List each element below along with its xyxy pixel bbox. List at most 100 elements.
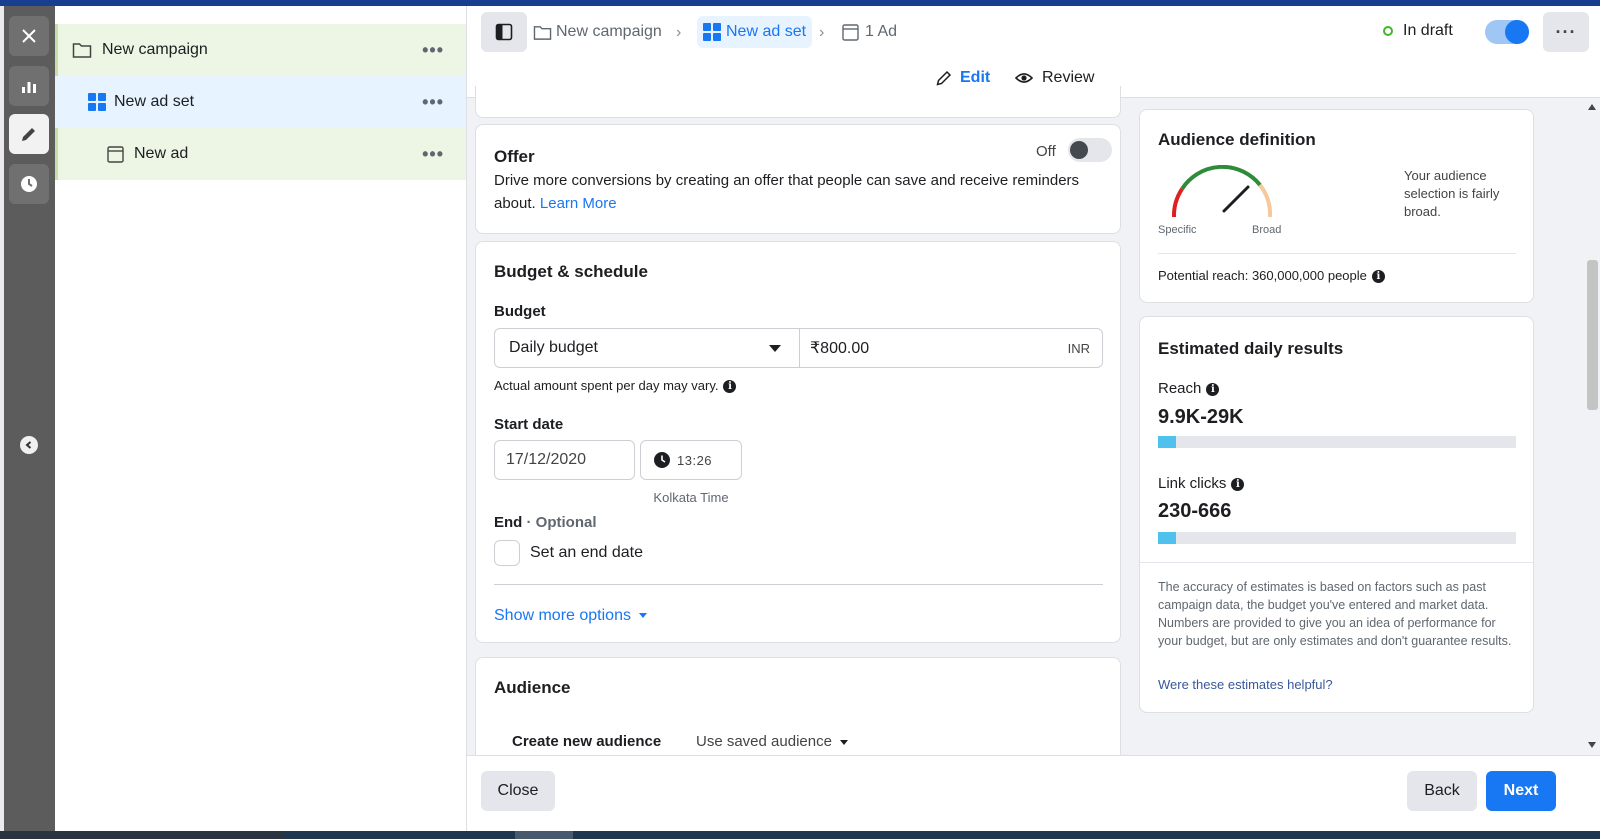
pencil-icon: [22, 128, 35, 141]
more-options-button[interactable]: •••: [422, 92, 444, 113]
audience-title: Audience: [494, 678, 571, 697]
link-clicks-bar: [1158, 532, 1516, 544]
tree-item-label: New ad set: [114, 93, 195, 110]
show-more-options-label: Show more options: [494, 607, 631, 624]
estimates-disclaimer: The accuracy of estimates is based on fa…: [1158, 580, 1512, 648]
budget-type-select[interactable]: Daily budget: [494, 328, 800, 368]
close-rail-button[interactable]: [9, 16, 49, 56]
breadcrumb-campaign[interactable]: New campaign: [533, 16, 662, 48]
chevron-left-icon: [25, 441, 32, 449]
learn-more-link[interactable]: Learn More: [540, 195, 617, 212]
reporting-button[interactable]: [9, 66, 49, 106]
info-icon[interactable]: i: [1371, 270, 1385, 284]
end-label: End: [494, 514, 523, 531]
end-date-checkbox-label: Set an end date: [530, 544, 643, 561]
chevron-right-icon: ›: [819, 24, 825, 41]
more-actions-button[interactable]: ···: [1543, 12, 1589, 52]
close-button[interactable]: Close: [481, 771, 555, 811]
publish-toggle[interactable]: [1485, 20, 1529, 44]
scroll-up-icon[interactable]: [1588, 104, 1596, 110]
tool-rail: [4, 6, 55, 831]
gauge-broad-label: Broad: [1252, 224, 1282, 236]
start-time-value: 13:26: [677, 452, 713, 468]
audience-card: Audience Create new audience Use saved a…: [475, 657, 1121, 767]
next-button[interactable]: Next: [1486, 771, 1556, 811]
start-date-input[interactable]: 17/12/2020: [494, 440, 635, 480]
chevron-right-icon: ›: [676, 24, 682, 41]
close-icon: [22, 29, 36, 43]
reach-label: Reach i: [1158, 380, 1220, 397]
tree-item-campaign[interactable]: New campaign •••: [55, 24, 466, 76]
estimated-results-title: Estimated daily results: [1158, 339, 1344, 358]
end-date-checkbox[interactable]: [494, 540, 520, 566]
info-icon[interactable]: i: [1231, 477, 1245, 491]
audience-summary: Your audience selection is fairly broad.: [1404, 168, 1500, 219]
show-more-options-link[interactable]: Show more options: [494, 607, 648, 625]
tab-label: Review: [1042, 69, 1095, 86]
caret-down-icon: [769, 345, 781, 352]
breadcrumb-ad[interactable]: 1 Ad: [842, 16, 897, 48]
edit-rail-button[interactable]: [9, 114, 49, 154]
info-icon[interactable]: i: [1206, 382, 1220, 396]
timezone-label: Kolkata Time: [653, 490, 729, 505]
editor-footer: Close Back Next: [467, 755, 1600, 831]
budget-amount-value: ₹800.00: [810, 340, 870, 357]
more-options-button[interactable]: •••: [422, 40, 444, 61]
breadcrumb-label: New campaign: [556, 23, 662, 40]
editor-header: New campaign › New ad set › 1 Ad In draf…: [467, 6, 1600, 98]
use-saved-audience-dropdown[interactable]: Use saved audience: [696, 733, 849, 750]
collapse-rail-button[interactable]: [20, 436, 38, 454]
more-options-button[interactable]: •••: [422, 144, 444, 165]
divider: [1158, 253, 1516, 254]
editor-scrollbar[interactable]: [1584, 98, 1600, 755]
history-button[interactable]: [9, 164, 49, 204]
taskbar-strip: [0, 831, 1600, 839]
currency-label: INR: [1067, 340, 1090, 356]
offer-toggle[interactable]: [1068, 138, 1112, 162]
editor-main: New campaign › New ad set › 1 Ad In draf…: [467, 6, 1600, 831]
info-icon[interactable]: i: [723, 380, 737, 394]
link-clicks-label: Link clicks i: [1158, 475, 1245, 492]
tab-label: Edit: [960, 69, 991, 86]
end-optional-label: · Optional: [526, 514, 597, 531]
divider: [1140, 562, 1533, 563]
tree-item-label: New campaign: [102, 41, 208, 58]
scroll-down-icon[interactable]: [1588, 742, 1596, 748]
folder-icon: [72, 43, 92, 58]
reach-value: 9.9K-29K: [1158, 406, 1244, 428]
start-time-input[interactable]: 13:26: [640, 440, 742, 480]
create-new-audience-tab[interactable]: Create new audience: [512, 733, 661, 750]
breadcrumb-adset[interactable]: New ad set: [697, 16, 813, 48]
tree-item-ad[interactable]: New ad •••: [55, 128, 466, 180]
reach-label-text: Reach: [1158, 380, 1202, 397]
folder-icon: [533, 25, 552, 40]
estimates-helpful-link[interactable]: Were these estimates helpful?: [1158, 677, 1333, 692]
ad-icon: [842, 23, 859, 41]
start-date-label: Start date: [494, 416, 564, 433]
grid-icon: [88, 93, 106, 111]
offer-description: Drive more conversions by creating an of…: [494, 169, 1109, 215]
clock-icon: [21, 176, 37, 192]
budget-note: Actual amount spent per day may vary. i: [494, 378, 737, 394]
status-dot-icon: [1383, 26, 1393, 36]
link-clicks-label-text: Link clicks: [1158, 475, 1227, 492]
draft-status: In draft: [1383, 22, 1453, 40]
use-saved-audience-label: Use saved audience: [696, 733, 832, 750]
chart-icon: [22, 82, 36, 93]
breadcrumb-label: New ad set: [726, 23, 807, 40]
breadcrumb-label: 1 Ad: [865, 23, 898, 40]
budget-amount-input[interactable]: ₹800.00 INR: [799, 328, 1103, 368]
offer-title: Offer: [494, 147, 535, 166]
grid-icon: [703, 23, 721, 41]
tree-item-adset[interactable]: New ad set •••: [55, 76, 466, 128]
previous-section-card: [475, 86, 1121, 118]
budget-note-text: Actual amount spent per day may vary.: [494, 378, 719, 393]
offer-toggle-label: Off: [1036, 143, 1056, 160]
editor-scrollbar-thumb[interactable]: [1587, 260, 1598, 410]
toggle-sidebar-button[interactable]: [481, 12, 527, 52]
audience-definition-title: Audience definition: [1158, 130, 1316, 149]
budget-schedule-card: Budget & schedule Budget Daily budget ₹8…: [475, 241, 1121, 643]
budget-label: Budget: [494, 303, 546, 320]
back-button[interactable]: Back: [1407, 771, 1477, 811]
caret-down-icon: [639, 613, 648, 619]
